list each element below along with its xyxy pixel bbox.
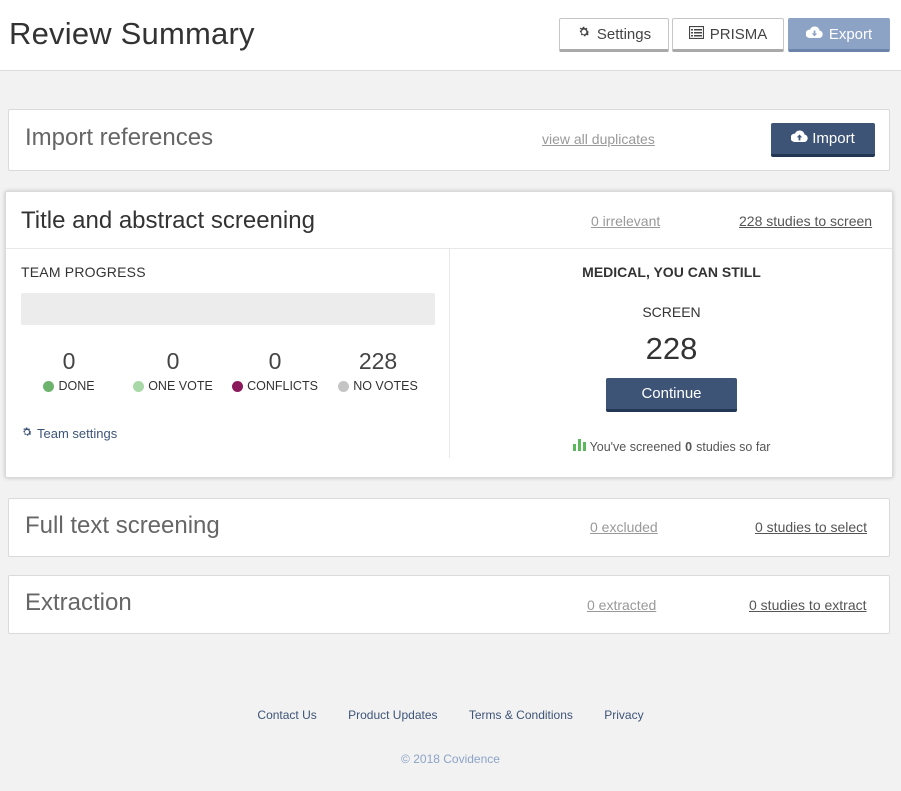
stat-no-votes: 228 NO VOTES bbox=[328, 348, 428, 393]
screened-note: You've screened 0 studies so far bbox=[450, 439, 893, 454]
studies-to-extract-link[interactable]: 0 studies to extract bbox=[749, 597, 867, 613]
stat-no-votes-value: 228 bbox=[358, 348, 398, 374]
stat-conflicts: 0 CONFLICTS bbox=[225, 348, 325, 393]
continue-button[interactable]: Continue bbox=[606, 378, 737, 412]
footer-link-privacy[interactable]: Privacy bbox=[604, 708, 643, 722]
footer-link-terms[interactable]: Terms & Conditions bbox=[469, 708, 573, 722]
team-progress-bar bbox=[21, 293, 435, 325]
cloud-download-icon bbox=[805, 26, 823, 43]
footer-links: Contact Us Product Updates Terms & Condi… bbox=[0, 708, 901, 722]
screen-label: SCREEN bbox=[642, 304, 701, 320]
stat-conflicts-value: 0 bbox=[268, 348, 282, 374]
screening-title: Title and abstract screening bbox=[21, 207, 315, 234]
screened-suffix: studies so far bbox=[696, 439, 771, 454]
stat-one-vote-value: 0 bbox=[166, 348, 180, 374]
no-votes-dot-icon bbox=[338, 380, 350, 392]
conflicts-dot-icon bbox=[232, 380, 244, 392]
settings-button-label: Settings bbox=[596, 25, 652, 43]
screened-prefix: You've screened bbox=[589, 439, 682, 454]
extraction-card: Extraction 0 extracted 0 studies to extr… bbox=[8, 575, 890, 634]
prisma-button[interactable]: PRISMA bbox=[672, 18, 784, 52]
export-button[interactable]: Export bbox=[788, 18, 890, 52]
copyright: © 2018 Covidence bbox=[401, 752, 500, 766]
prisma-button-label: PRISMA bbox=[709, 25, 768, 43]
studies-to-screen-link[interactable]: 228 studies to screen bbox=[739, 213, 872, 229]
full-text-title: Full text screening bbox=[25, 512, 220, 539]
cloud-upload-icon bbox=[790, 130, 808, 147]
title-abstract-screening-card: Title and abstract screening 0 irrelevan… bbox=[5, 191, 893, 478]
settings-button[interactable]: Settings bbox=[559, 18, 669, 52]
screened-count: 0 bbox=[685, 439, 693, 454]
import-button[interactable]: Import bbox=[771, 123, 875, 157]
team-settings-label: Team settings bbox=[37, 426, 118, 441]
view-all-duplicates-link[interactable]: view all duplicates bbox=[542, 131, 655, 147]
team-settings-link[interactable]: Team settings bbox=[21, 426, 117, 441]
done-dot-icon bbox=[43, 380, 55, 392]
stat-done-label: DONE bbox=[58, 379, 95, 393]
extracted-link[interactable]: 0 extracted bbox=[587, 597, 656, 613]
user-message: MEDICAL, YOU CAN STILL bbox=[582, 264, 761, 280]
gear-icon bbox=[21, 426, 33, 441]
stat-conflicts-label: CONFLICTS bbox=[247, 379, 318, 393]
stat-one-vote-label: ONE VOTE bbox=[148, 379, 213, 393]
irrelevant-link[interactable]: 0 irrelevant bbox=[591, 213, 660, 229]
page-title: Review Summary bbox=[9, 16, 255, 51]
footer-link-product-updates[interactable]: Product Updates bbox=[348, 708, 437, 722]
stat-done-value: 0 bbox=[62, 348, 76, 374]
screen-count: 228 bbox=[645, 331, 698, 366]
studies-to-select-link[interactable]: 0 studies to select bbox=[755, 519, 867, 535]
list-icon bbox=[688, 25, 704, 43]
stat-done: 0 DONE bbox=[19, 348, 119, 393]
import-references-card: Import references view all duplicates Im… bbox=[8, 109, 890, 171]
footer-link-contact[interactable]: Contact Us bbox=[257, 708, 316, 722]
one-vote-dot-icon bbox=[133, 380, 145, 392]
extraction-title: Extraction bbox=[25, 589, 132, 616]
excluded-link[interactable]: 0 excluded bbox=[590, 519, 658, 535]
full-text-screening-card: Full text screening 0 excluded 0 studies… bbox=[8, 498, 890, 557]
stat-one-vote: 0 ONE VOTE bbox=[123, 348, 223, 393]
team-progress-label: TEAM PROGRESS bbox=[21, 264, 146, 280]
gear-icon bbox=[577, 25, 591, 43]
export-button-label: Export bbox=[828, 25, 873, 43]
import-references-title: Import references bbox=[25, 124, 214, 151]
import-button-label: Import bbox=[812, 130, 855, 147]
page-header: Review Summary Settings PRISMA Export bbox=[0, 0, 901, 71]
stat-no-votes-label: NO VOTES bbox=[353, 379, 418, 393]
bar-chart-icon bbox=[572, 439, 586, 454]
